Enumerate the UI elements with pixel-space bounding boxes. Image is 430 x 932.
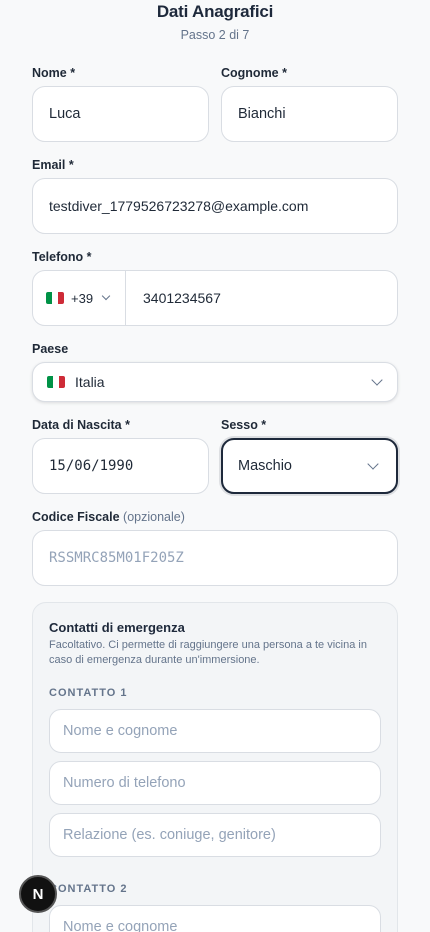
dev-tools-badge[interactable]: N [19,875,57,913]
first-name-field[interactable]: Luca [32,86,209,142]
chevron-down-icon [101,291,111,301]
sex-value: Maschio [238,458,292,474]
sex-select[interactable]: Maschio [221,438,398,494]
phone-field: +39 3401234567 [32,270,398,326]
contact1-name-placeholder: Nome e cognome [63,723,178,739]
phone-value[interactable]: 3401234567 [143,290,221,306]
birth-date-value: 15/06/1990 [49,458,134,474]
contact1-phone-input[interactable]: Numero di telefono [49,761,381,805]
italy-flag-icon [47,376,65,388]
page-title: Dati Anagrafici [156,2,274,21]
chevron-down-icon [371,374,383,386]
phone-label: Telefono * [32,250,92,264]
optional-tag: (opzionale) [123,510,185,524]
email-field[interactable]: testdiver_1779526723278@example.com [32,178,398,234]
step-indicator: Passo 2 di 7 [180,28,250,42]
contact2-name-input[interactable]: Nome e cognome [49,905,381,932]
first-name-label: Nome * [32,66,76,80]
email-value: testdiver_1779526723278@example.com [49,198,309,214]
contact1-phone-placeholder: Numero di telefono [63,775,186,791]
contact1-relation-input[interactable]: Relazione (es. coniuge, genitore) [49,813,381,857]
country-value: Italia [75,374,105,390]
birth-date-label: Data di Nascita * [32,418,130,432]
country-code-value: +39 [71,290,94,306]
tax-code-placeholder: RSSMRC85M01F205Z [49,550,184,566]
tax-code-label: Codice Fiscale (opzionale) [32,510,185,524]
italy-flag-icon [46,292,64,304]
contact2-name-placeholder: Nome e cognome [63,919,178,932]
emergency-description: Facoltativo. Ci permette di raggiungere … [49,639,367,666]
page-header: Dati Anagrafici Passo 2 di 7 [0,0,430,42]
birth-date-field[interactable]: 15/06/1990 [32,438,209,494]
country-label: Paese [32,342,69,356]
tax-code-field[interactable]: RSSMRC85M01F205Z [32,530,398,586]
first-name-value: Luca [49,106,81,122]
contact2-heading: CONTATTO 2 [49,883,128,895]
contact1-name-input[interactable]: Nome e cognome [49,709,381,753]
contact1-relation-placeholder: Relazione (es. coniuge, genitore) [63,827,276,843]
last-name-label: Cognome * [221,66,287,80]
badge-letter: N [32,885,44,903]
country-select[interactable]: Italia [32,362,398,402]
chevron-down-icon [367,458,379,470]
tax-code-label-text: Codice Fiscale [32,510,120,524]
sex-label: Sesso * [221,418,267,432]
contact1-heading: CONTATTO 1 [49,687,128,699]
emergency-title: Contatti di emergenza [49,620,185,635]
last-name-value: Bianchi [238,106,286,122]
email-label: Email * [32,158,74,172]
country-code-select[interactable]: +39 [33,271,126,325]
last-name-field[interactable]: Bianchi [221,86,398,142]
emergency-contacts-card: Contatti di emergenza Facoltativo. Ci pe… [32,602,398,932]
